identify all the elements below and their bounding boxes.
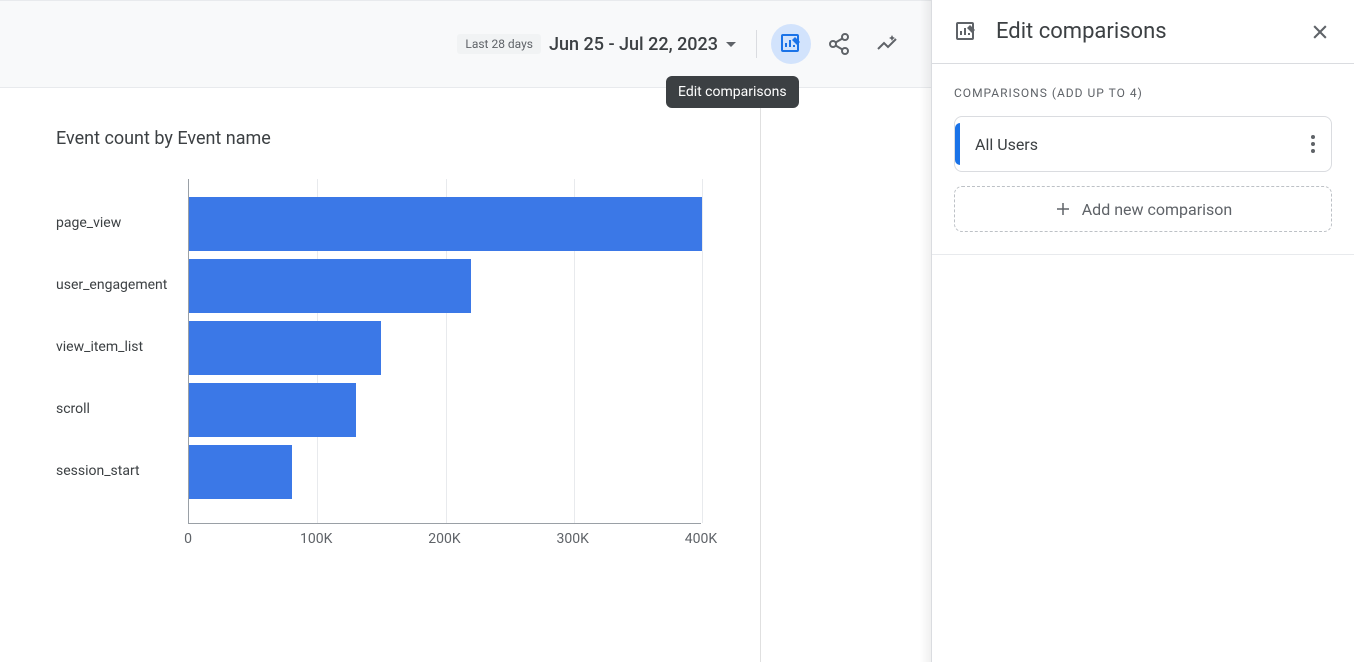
share-button[interactable]: [819, 24, 859, 64]
panel-title: Edit comparisons: [996, 19, 1308, 44]
section-label: COMPARISONS (ADD UP TO 4): [954, 86, 1332, 100]
plus-icon: [1054, 200, 1072, 218]
y-axis-label: scroll: [56, 400, 182, 418]
edit-comparisons-panel: Edit comparisons COMPARISONS (ADD UP TO …: [931, 0, 1354, 662]
insights-icon: [875, 32, 899, 56]
insights-button[interactable]: [867, 24, 907, 64]
chevron-down-icon: [726, 42, 736, 47]
more-options-button[interactable]: [1311, 135, 1315, 153]
vertical-divider: [760, 88, 761, 662]
x-axis-tick: 0: [184, 531, 192, 547]
close-icon: [1310, 22, 1330, 42]
bar-user-engagement[interactable]: [189, 259, 471, 313]
edit-comparisons-button[interactable]: [771, 24, 811, 64]
chart-title: Event count by Event name: [56, 128, 730, 149]
x-axis-tick: 100K: [300, 531, 332, 547]
top-toolbar: Last 28 days Jun 25 - Jul 22, 2023: [0, 0, 931, 88]
bar-chart: 0 100K 200K 300K 400K page_view user_engagemen…: [56, 179, 730, 579]
bar-page-view[interactable]: [189, 197, 702, 251]
panel-header: Edit comparisons: [932, 0, 1354, 64]
bar-session-start[interactable]: [189, 445, 292, 499]
add-comparison-label: Add new comparison: [1082, 200, 1233, 219]
chart-card: Event count by Event name 0 100K 200K 300K 4…: [0, 88, 760, 579]
close-button[interactable]: [1308, 20, 1332, 44]
y-axis-label: session_start: [56, 462, 182, 480]
bar-scroll[interactable]: [189, 383, 356, 437]
comparison-card-all-users[interactable]: All Users: [954, 116, 1332, 172]
y-axis-label: view_item_list: [56, 338, 182, 356]
panel-body: COMPARISONS (ADD UP TO 4) All Users Add …: [932, 64, 1354, 255]
x-axis-tick: 300K: [557, 531, 589, 547]
toolbar-divider: [756, 30, 757, 58]
x-axis-tick: 200K: [428, 531, 460, 547]
date-range-text: Jun 25 - Jul 22, 2023: [549, 34, 718, 55]
y-axis-label: page_view: [56, 214, 182, 232]
chart-edit-icon: [779, 32, 803, 56]
chart-edit-icon: [954, 20, 978, 44]
tooltip: Edit comparisons: [666, 76, 799, 108]
date-period-badge: Last 28 days: [457, 34, 541, 54]
gridline: [702, 179, 703, 523]
bar-view-item-list[interactable]: [189, 321, 381, 375]
x-axis-tick: 400K: [685, 531, 717, 547]
y-axis-label: user_engagement: [56, 276, 182, 294]
date-range-selector[interactable]: Jun 25 - Jul 22, 2023: [549, 34, 736, 55]
comparison-name: All Users: [975, 135, 1311, 154]
share-icon: [827, 32, 851, 56]
add-comparison-button[interactable]: Add new comparison: [954, 186, 1332, 232]
